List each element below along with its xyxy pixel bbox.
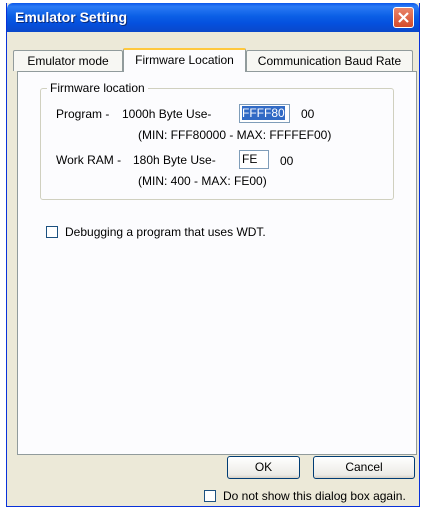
tab-panel-firmware-location: Firmware location Program - 1000h Byte U… [17,71,417,455]
close-button[interactable] [393,7,414,28]
cancel-button-label: Cancel [345,460,383,474]
group-title: Firmware location [47,81,148,95]
window-title: Emulator Setting [15,9,128,25]
work-ram-address-suffix: 00 [280,154,294,168]
ok-button-label: OK [254,460,273,474]
program-range: (MIN: FFF80000 - MAX: FFFFEF00) [138,128,332,142]
program-address-suffix: 00 [301,107,315,121]
program-size-label: 1000h Byte Use- [122,107,212,121]
dont-show-again-label[interactable]: Do not show this dialog box again. [223,489,406,503]
work-ram-size-label: 180h Byte Use- [133,153,216,167]
work-ram-range: (MIN: 400 - MAX: FE00) [138,174,267,188]
program-label: Program - [56,107,110,121]
work-ram-address-input[interactable]: FE [239,150,269,169]
wdt-checkbox-label[interactable]: Debugging a program that uses WDT. [65,225,266,239]
tab-communication-baud-rate[interactable]: Communication Baud Rate [246,50,413,71]
wdt-checkbox[interactable] [46,226,58,238]
tab-emulator-mode[interactable]: Emulator mode [13,50,123,71]
tab-label: Emulator mode [27,54,109,68]
program-address-input[interactable]: FFFF80 [239,104,290,123]
firmware-location-group: Firmware location Program - 1000h Byte U… [40,81,394,200]
dont-show-again-checkbox[interactable] [204,490,216,502]
program-address-value: FFFF80 [242,106,285,120]
close-icon [398,12,409,23]
tab-label: Firmware Location [135,53,234,67]
ok-button[interactable]: OK [227,456,300,479]
title-bar[interactable]: Emulator Setting [7,3,419,32]
tab-firmware-location[interactable]: Firmware Location [123,48,246,72]
emulator-setting-dialog: Emulator Setting Emulator mode Firmware … [6,3,420,507]
cancel-button[interactable]: Cancel [313,456,415,479]
work-ram-label: Work RAM - [56,153,122,167]
work-ram-address-value: FE [242,152,258,166]
tab-label: Communication Baud Rate [257,54,402,68]
